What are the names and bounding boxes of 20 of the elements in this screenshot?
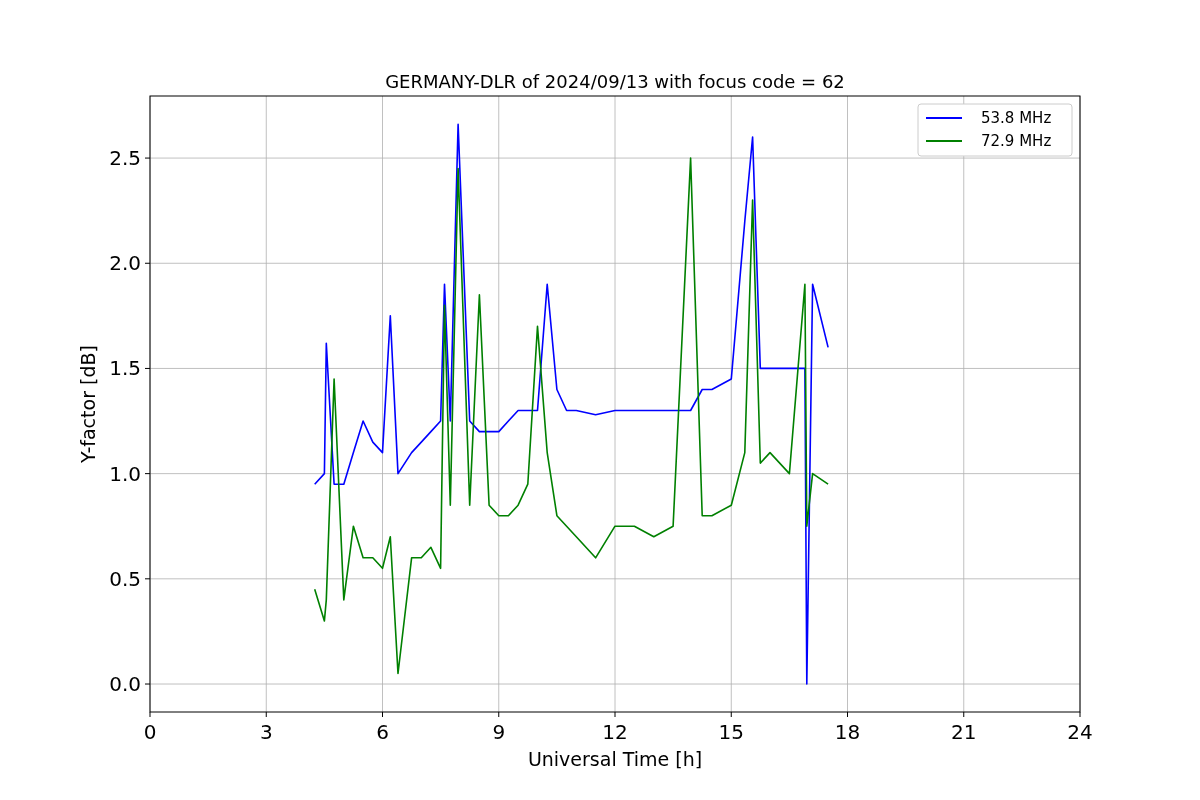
y-tick-label: 0.5 [109,566,141,591]
y-tick-label: 2.5 [109,146,141,171]
x-axis-label: Universal Time [h] [527,748,703,770]
y-tick-label: 2.0 [109,251,141,276]
chart-title: GERMANY-DLR of 2024/09/13 with focus code = 62 [385,71,845,92]
x-tick-label: 12 [602,720,628,744]
x-tick-label: 3 [259,720,273,744]
x-tick-label: 0 [143,720,157,744]
y-tick-label: 0.0 [109,672,141,696]
x-tick-label: 21 [951,720,977,744]
legend-label: 72.9 MHz [981,132,1052,150]
y-tick-label: 1.0 [109,461,141,486]
x-tick-label: 6 [376,720,389,744]
x-tick-label: 9 [492,720,506,744]
y-axis-label: Y-factor [dB] [77,345,99,463]
x-tick-label: 18 [834,720,861,744]
y-tick-label: 1.5 [109,356,141,381]
legend-label: 53.8 MHz [981,109,1052,127]
x-tick-label: 24 [1067,720,1093,744]
x-tick-label: 15 [718,720,744,744]
